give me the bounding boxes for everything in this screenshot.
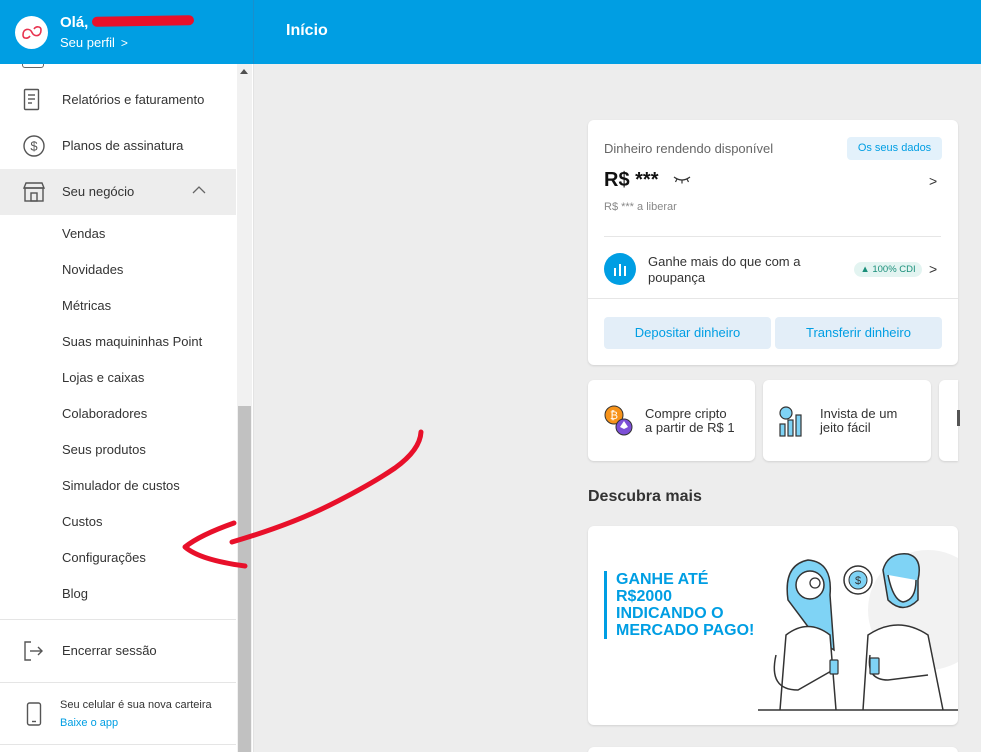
top-header: Olá, Seu perfil > Início xyxy=(0,0,981,64)
balance-label: Dinheiro rendendo disponível xyxy=(604,141,774,156)
chevron-right-icon[interactable]: > xyxy=(929,261,937,277)
sidebar-item-subscriptions[interactable]: $ Planos de assinatura xyxy=(0,123,236,169)
dollar-cycle-icon: $ xyxy=(22,134,46,158)
shortcut-label-line: a partir de R$ 1 xyxy=(645,420,735,435)
chevron-right-icon[interactable]: > xyxy=(929,173,937,189)
deposit-money-button[interactable]: Depositar dinheiro xyxy=(604,317,771,349)
next-card-partial xyxy=(588,747,958,752)
sidebar-divider xyxy=(0,682,236,683)
banner-line: GANHE ATÉ xyxy=(616,571,709,588)
store-icon xyxy=(22,180,46,204)
balance-card: Dinheiro rendendo disponível Os seus dad… xyxy=(588,120,958,365)
sidebar-item-reports[interactable]: Relatórios e faturamento xyxy=(0,77,236,123)
your-data-button[interactable]: Os seus dados xyxy=(847,137,942,160)
profile-link-label: Seu perfil xyxy=(60,35,115,50)
svg-text:₿: ₿ xyxy=(610,410,618,422)
sidebar-subitem-news[interactable]: Novidades xyxy=(62,262,123,277)
logout-icon xyxy=(22,639,46,663)
chevron-up-icon[interactable] xyxy=(192,185,206,195)
svg-text:$: $ xyxy=(30,139,38,154)
sidebar-item-label: Relatórios e faturamento xyxy=(62,92,205,107)
banner-line: R$2000 xyxy=(616,588,673,605)
logout-label: Encerrar sessão xyxy=(62,643,157,658)
sidebar-divider xyxy=(0,619,236,620)
transfer-money-button[interactable]: Transferir dinheiro xyxy=(775,317,942,349)
banner-headline: GANHE ATÉ R$2000 INDICANDO O MERCADO PAG… xyxy=(604,571,774,639)
banner-line: MERCADO PAGO! xyxy=(616,622,755,639)
sidebar-subitem-collaborators[interactable]: Colaboradores xyxy=(62,406,147,421)
sidebar-scroll-thumb[interactable] xyxy=(238,406,251,752)
svg-text:$: $ xyxy=(855,575,861,587)
balance-to-release: R$ *** a liberar xyxy=(604,201,677,213)
sidebar-subitem-metrics[interactable]: Métricas xyxy=(62,298,111,313)
header-profile-area: Olá, Seu perfil > xyxy=(0,0,254,64)
balance-amount: R$ *** xyxy=(604,169,659,191)
crypto-coins-icon: ₿ xyxy=(604,405,633,436)
sidebar-item-your-business[interactable]: Seu negócio xyxy=(0,169,236,215)
shortcut-crypto[interactable]: ₿ Compre cripto a partir de R$ 1 xyxy=(588,380,755,461)
savings-promo-text[interactable]: Ganhe mais do que com a poupança xyxy=(648,254,838,286)
shortcut-label-line: jeito fácil xyxy=(820,420,871,435)
sidebar-subitem-settings[interactable]: Configurações xyxy=(62,550,146,565)
sidebar-item-label: Planos de assinatura xyxy=(62,138,184,153)
eye-closed-icon[interactable] xyxy=(672,174,692,184)
shortcut-invest[interactable]: Invista de um jeito fácil xyxy=(763,380,931,461)
mercadopago-logo-icon[interactable] xyxy=(15,16,48,49)
page-title: Início xyxy=(286,22,328,39)
profile-link[interactable]: Seu perfil > xyxy=(60,35,128,50)
referral-banner[interactable]: GANHE ATÉ R$2000 INDICANDO O MERCADO PAG… xyxy=(588,526,958,725)
redacted-name-mark xyxy=(91,15,195,27)
sidebar-item-label: Seu negócio xyxy=(62,184,135,199)
partial-shortcut-icon xyxy=(957,410,960,426)
smartphone-icon xyxy=(26,702,42,726)
download-app-link[interactable]: Baixe o app xyxy=(60,717,118,729)
greeting-text: Olá, xyxy=(60,14,89,31)
app-promo-text: Seu celular é sua nova carteira xyxy=(60,699,212,711)
shortcut-label: Invista de um jeito fácil xyxy=(820,407,897,435)
card-divider xyxy=(604,236,941,237)
scroll-up-arrow-icon[interactable] xyxy=(240,69,248,74)
shortcut-partial[interactable] xyxy=(939,380,960,461)
sidebar: Relatórios e faturamento $ Planos de ass… xyxy=(0,64,254,752)
sidebar-subitem-stores[interactable]: Lojas e caixas xyxy=(62,370,144,385)
sidebar-subitem-cost-simulator[interactable]: Simulador de custos xyxy=(62,478,180,493)
banner-line: INDICANDO O xyxy=(616,605,724,622)
discover-title: Descubra mais xyxy=(588,488,702,505)
sidebar-subitem-point-devices[interactable]: Suas maquininhas Point xyxy=(62,334,202,349)
partial-menu-icon xyxy=(22,64,44,68)
bar-chart-icon xyxy=(604,253,636,285)
people-illustration-icon: $ xyxy=(758,550,958,711)
receipt-icon xyxy=(22,88,46,112)
sidebar-subitem-blog[interactable]: Blog xyxy=(62,586,88,601)
sidebar-divider xyxy=(0,744,236,745)
card-divider xyxy=(588,298,958,299)
investment-chart-icon xyxy=(779,406,802,437)
sidebar-subitem-sales[interactable]: Vendas xyxy=(62,226,105,241)
sidebar-subitem-products[interactable]: Seus produtos xyxy=(62,442,146,457)
sidebar-subitem-costs[interactable]: Custos xyxy=(62,514,102,529)
chevron-right-icon: > xyxy=(120,36,128,50)
shortcut-label-line: Invista de um xyxy=(820,406,898,421)
shortcut-label-line: Compre cripto xyxy=(645,406,727,421)
logout-button[interactable]: Encerrar sessão xyxy=(0,628,236,674)
cdi-badge: ▲ 100% CDI xyxy=(854,262,922,277)
shortcut-label: Compre cripto a partir de R$ 1 xyxy=(645,407,735,435)
